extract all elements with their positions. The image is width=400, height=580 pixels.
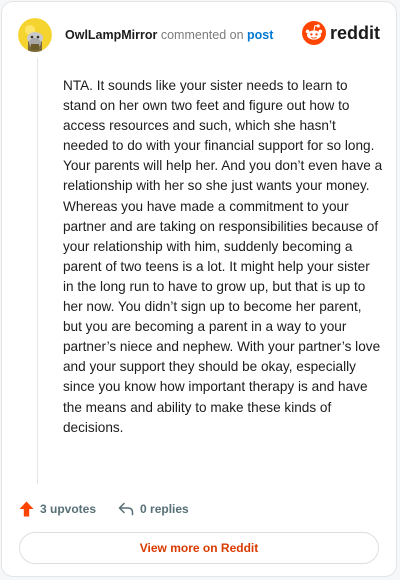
post-link[interactable]: post	[247, 28, 273, 42]
upvote-count: 3 upvotes	[40, 502, 97, 516]
comment-actions: 3 upvotes 0 replies	[19, 498, 189, 520]
comment-header: OwlLampMirror commented on post reddit	[18, 17, 380, 53]
view-more-on-reddit-button[interactable]: View more on Reddit	[19, 532, 379, 564]
reply-button[interactable]: 0 replies	[118, 502, 189, 516]
upvote-button[interactable]: 3 upvotes	[19, 501, 96, 517]
username-link[interactable]: OwlLampMirror	[65, 28, 157, 42]
comment-byline: OwlLampMirror commented on post	[65, 28, 273, 42]
thread-line	[37, 58, 38, 484]
reddit-logo-icon	[301, 21, 326, 45]
reddit-brand[interactable]: reddit	[301, 21, 380, 45]
user-avatar[interactable]	[18, 18, 52, 52]
reddit-wordmark: reddit	[329, 22, 380, 43]
commented-on-label: commented on	[160, 28, 244, 42]
reply-count: 0 replies	[140, 502, 189, 516]
avatar-icon	[18, 18, 52, 52]
reply-arrow-icon	[118, 502, 134, 516]
reddit-comment-card: OwlLampMirror commented on post reddit N…	[1, 1, 397, 577]
upvote-arrow-icon	[19, 501, 34, 517]
comment-body: NTA. It sounds like your sister needs to…	[63, 78, 383, 435]
